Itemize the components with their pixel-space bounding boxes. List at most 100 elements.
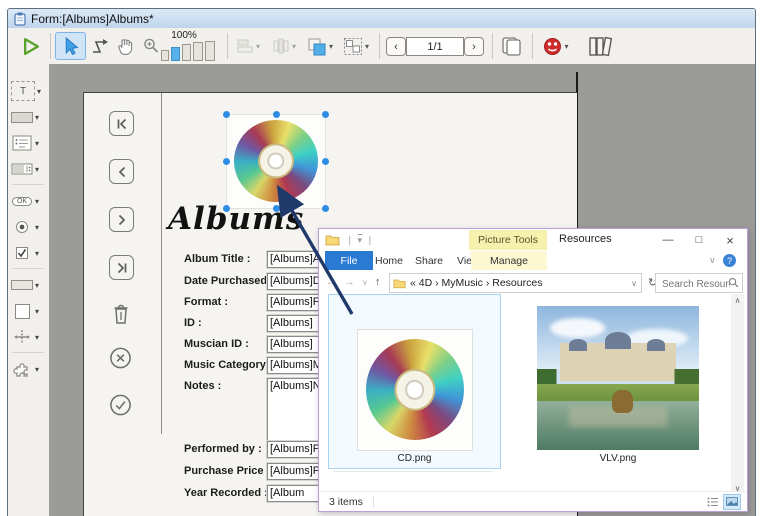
button-tool-dropdown[interactable]: ▾ [35,197,39,206]
last-record-button[interactable] [109,255,134,280]
field-label[interactable]: Purchase Price : [184,465,270,477]
field-label[interactable]: ID : [184,317,202,329]
search-input[interactable] [660,277,732,293]
field-label[interactable]: Date Purchased : [184,275,274,287]
plugin-tool-dropdown[interactable]: ▾ [35,365,39,374]
file-tile-cd[interactable]: CD.png [328,294,501,469]
recent-locations-icon[interactable]: ∨ [362,278,368,287]
execute-form-button[interactable] [18,34,44,58]
back-icon[interactable]: ← [326,276,337,288]
resize-handle-w[interactable] [223,158,230,165]
listbox-tool-dropdown[interactable]: ▾ [35,139,39,148]
rectangle-tool[interactable]: ▾ [11,300,47,322]
next-page-button[interactable]: › [464,37,484,56]
cd-picture-object[interactable] [227,115,325,208]
align-objects-button[interactable]: ▾ [233,36,263,56]
zoom-bar-100-active[interactable] [171,47,180,61]
combobox-tool-dropdown[interactable]: ▾ [35,165,39,174]
form-title-text[interactable]: Albums [168,201,304,237]
zoom-bar-200[interactable] [182,44,191,61]
entry-order-tool-button[interactable] [88,34,112,58]
cancel-button[interactable] [109,346,132,369]
ribbon-expand-chevron-icon[interactable]: ∨ [701,251,724,270]
close-button[interactable]: × [715,229,745,251]
input-tool[interactable]: ▾ [11,106,47,128]
content-scrollbar[interactable]: ∧ ∨ [731,294,744,495]
forward-icon[interactable]: → [344,276,355,288]
delete-record-button[interactable] [109,300,132,327]
first-record-button[interactable] [109,111,134,136]
zoom-bar-800[interactable] [205,41,215,61]
tab-share[interactable]: Share [407,251,451,270]
field-label[interactable]: Year Recorded : [184,487,268,499]
button-tool[interactable]: OK▾ [11,190,47,212]
resize-handle-ne[interactable] [322,111,329,118]
quick-access-toolbar[interactable]: ❘▾❘ [340,234,374,246]
object-library-button[interactable] [584,34,618,58]
file-tile-vlv[interactable]: VLV.png [533,306,703,474]
combobox-tool[interactable]: ▾ [11,158,47,180]
tab-home[interactable]: Home [367,251,411,270]
checkbox-tool-dropdown[interactable]: ▾ [35,249,39,258]
text-tool-dropdown[interactable]: ▾ [37,87,41,96]
breadcrumb[interactable]: « 4D › MyMusic › Resources [410,277,542,289]
database-dropdown-arrow[interactable]: ▾ [564,42,568,51]
field-label[interactable]: Album Title : [184,253,250,265]
resize-handle-nw[interactable] [223,111,230,118]
input-tool-dropdown[interactable]: ▾ [35,113,39,122]
previous-page-button[interactable]: ‹ [386,37,406,56]
field-input[interactable]: [Album [267,485,321,502]
move-level-button[interactable]: ▾ [303,34,337,58]
rectangle-tool-dropdown[interactable]: ▾ [35,307,39,316]
zoom-bars[interactable] [158,41,220,61]
checkbox-tool[interactable]: ▾ [11,242,47,264]
help-button[interactable]: ? [723,251,736,270]
explorer-titlebar[interactable]: ❘▾❘ Picture Tools Resources — □ × [319,229,747,251]
resize-handle-e[interactable] [322,158,329,165]
up-icon[interactable]: ↑ [375,276,381,288]
scroll-up-icon[interactable]: ∧ [735,296,741,305]
radio-tool[interactable]: ▾ [11,216,47,238]
column-divider-line[interactable] [161,93,162,434]
address-dropdown-icon[interactable]: ∨ [631,279,637,288]
pan-tool-button[interactable] [114,34,137,58]
group-objects-button[interactable]: ▾ [339,34,373,58]
next-record-button[interactable] [109,207,134,232]
level-dropdown-arrow[interactable]: ▾ [329,42,333,51]
previous-record-button[interactable] [109,159,134,184]
field-label[interactable]: Format : [184,296,228,308]
splitter-tool-dropdown[interactable]: ▾ [35,333,39,342]
plugin-tool[interactable]: ▾ [11,358,47,380]
field-input[interactable]: [Albums]P [267,463,325,480]
resize-handle-se[interactable] [322,205,329,212]
thumbnail-view-button[interactable] [723,494,741,510]
distribute-objects-button[interactable]: ▾ [268,36,300,56]
text-tool[interactable]: T▾ [11,80,47,102]
field-label[interactable]: Muscian ID : [184,338,249,350]
form-pages-button[interactable] [498,34,526,58]
selection-tool-button[interactable] [55,32,86,60]
tab-file[interactable]: File [325,251,373,270]
zoom-bar-50[interactable] [161,50,169,61]
tab-manage[interactable]: Manage [471,251,547,270]
zoom-bar-400[interactable] [193,42,203,61]
distribute-dropdown-arrow[interactable]: ▾ [292,42,296,51]
listbox-tool[interactable]: ▾ [11,132,47,154]
radio-tool-dropdown[interactable]: ▾ [35,223,39,232]
align-dropdown-arrow[interactable]: ▾ [256,42,260,51]
field-label[interactable]: Notes : [184,380,221,392]
field-label[interactable]: Performed by : [184,443,262,455]
indicator-tool[interactable]: ▾ [11,274,47,296]
group-dropdown-arrow[interactable]: ▾ [365,42,369,51]
maximize-button[interactable]: □ [684,229,714,251]
search-box[interactable] [655,273,743,293]
database-objects-button[interactable]: ▾ [538,35,574,57]
indicator-tool-dropdown[interactable]: ▾ [35,281,39,290]
splitter-tool[interactable]: ▾ [11,326,47,348]
resize-handle-n[interactable] [273,111,280,118]
accept-button[interactable] [109,393,132,416]
address-box[interactable]: « 4D › MyMusic › Resources ∨ [389,273,642,293]
form-editor-titlebar[interactable]: Form:[Albums]Albums* [8,9,755,28]
minimize-button[interactable]: — [653,229,683,251]
details-view-button[interactable] [705,495,721,509]
